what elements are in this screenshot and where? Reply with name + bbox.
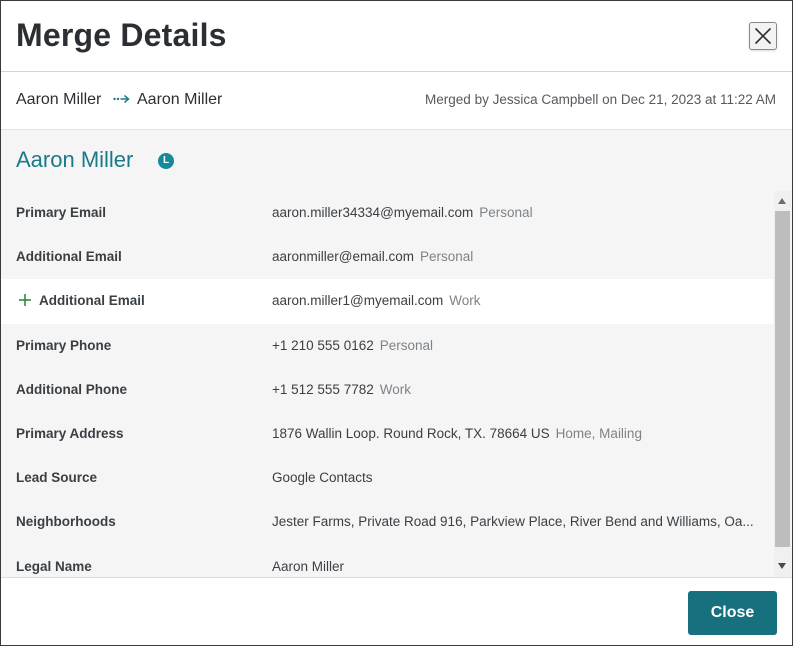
- value-tag: Work: [379, 381, 411, 397]
- field-value: aaron.miller34334@myemail.com Personal: [272, 205, 533, 220]
- field-label: Lead Source: [16, 470, 98, 486]
- lead-status-badge: L: [158, 153, 174, 169]
- close-dialog-button[interactable]: [749, 22, 777, 50]
- value-tag: Personal: [379, 337, 434, 353]
- field-label: Additional Email: [39, 293, 145, 309]
- field-row-added-email: Additional Email aaron.miller1@myemail.c…: [1, 279, 773, 324]
- field-label: Neighborhoods: [16, 514, 116, 530]
- field-value: aaron.miller1@myemail.com Work: [272, 293, 481, 308]
- merged-by-info: Merged by Jessica Campbell on Dec 21, 20…: [425, 92, 776, 107]
- value-text: Aaron Miller: [272, 558, 345, 574]
- field-label: Primary Phone: [16, 337, 112, 353]
- scroll-up-arrow-icon[interactable]: [778, 198, 786, 204]
- dialog-header: Merge Details: [1, 1, 792, 72]
- field-value: aaronmiller@email.com Personal: [272, 249, 473, 264]
- field-value: Jester Farms, Private Road 916, Parkview…: [272, 514, 754, 529]
- value-tag: Home, Mailing: [555, 425, 642, 441]
- dialog-title: Merge Details: [16, 17, 227, 53]
- dialog-footer: Close: [1, 577, 792, 645]
- contact-name: Aaron Miller: [16, 147, 134, 172]
- field-row-legal-name: Legal Name Aaron Miller: [1, 545, 773, 578]
- value-tag: Personal: [420, 249, 474, 265]
- merged-to-name: Aaron Miller: [137, 91, 223, 108]
- value-tag: Work: [449, 293, 481, 309]
- field-value: Google Contacts: [272, 470, 373, 485]
- field-row-neighborhoods: Neighborhoods Jester Farms, Private Road…: [1, 500, 773, 544]
- value-text: aaron.miller1@myemail.com: [272, 293, 444, 309]
- field-row-additional-email: Additional Email aaronmiller@email.com Pe…: [1, 235, 773, 279]
- field-list: Primary Email aaron.miller34334@myemail.…: [1, 191, 773, 577]
- value-text: +1 210 555 0162: [272, 337, 374, 353]
- merge-arrow-icon: [113, 94, 130, 104]
- value-text: +1 512 555 7782: [272, 381, 374, 397]
- field-label: Primary Email: [16, 205, 107, 220]
- close-button[interactable]: Close: [688, 591, 777, 635]
- merge-details-content: Aaron Miller L Primary Email aaron.mille…: [1, 130, 792, 577]
- close-icon: [754, 27, 772, 45]
- value-text: aaron.miller34334@myemail.com: [272, 205, 474, 220]
- field-value: Aaron Miller: [272, 559, 344, 574]
- field-row-additional-phone: Additional Phone +1 512 555 7782 Work: [1, 368, 773, 412]
- scrollbar-thumb[interactable]: [775, 211, 790, 547]
- field-label: Additional Email: [16, 249, 122, 265]
- value-tag: Personal: [479, 205, 533, 220]
- field-row-primary-email: Primary Email aaron.miller34334@myemail.…: [1, 191, 773, 235]
- field-label: Legal Name: [16, 558, 92, 574]
- merge-summary: Aaron Miller Aaron Miller Merged by Jess…: [1, 72, 792, 130]
- vertical-scrollbar[interactable]: [774, 191, 791, 577]
- merged-from-name: Aaron Miller: [16, 91, 102, 108]
- field-value: +1 512 555 7782 Work: [272, 382, 411, 397]
- field-value: +1 210 555 0162 Personal: [272, 338, 433, 353]
- value-text: Jester Farms, Private Road 916, Parkview…: [272, 514, 754, 530]
- merge-details-dialog: Merge Details Aaron Miller Aaron Miller …: [0, 0, 793, 646]
- field-row-primary-address: Primary Address 1876 Wallin Loop. Round …: [1, 412, 773, 456]
- field-value: 1876 Wallin Loop. Round Rock, TX. 78664 …: [272, 426, 642, 441]
- value-text: aaronmiller@email.com: [272, 249, 414, 265]
- value-text: 1876 Wallin Loop. Round Rock, TX. 78664 …: [272, 425, 550, 441]
- plus-icon: [19, 294, 31, 307]
- field-label: Additional Phone: [16, 381, 127, 397]
- field-label: Primary Address: [16, 425, 124, 441]
- field-row-lead-source: Lead Source Google Contacts: [1, 456, 773, 500]
- field-row-primary-phone: Primary Phone +1 210 555 0162 Personal: [1, 324, 773, 368]
- scroll-down-arrow-icon[interactable]: [778, 563, 786, 569]
- value-text: Google Contacts: [272, 470, 373, 486]
